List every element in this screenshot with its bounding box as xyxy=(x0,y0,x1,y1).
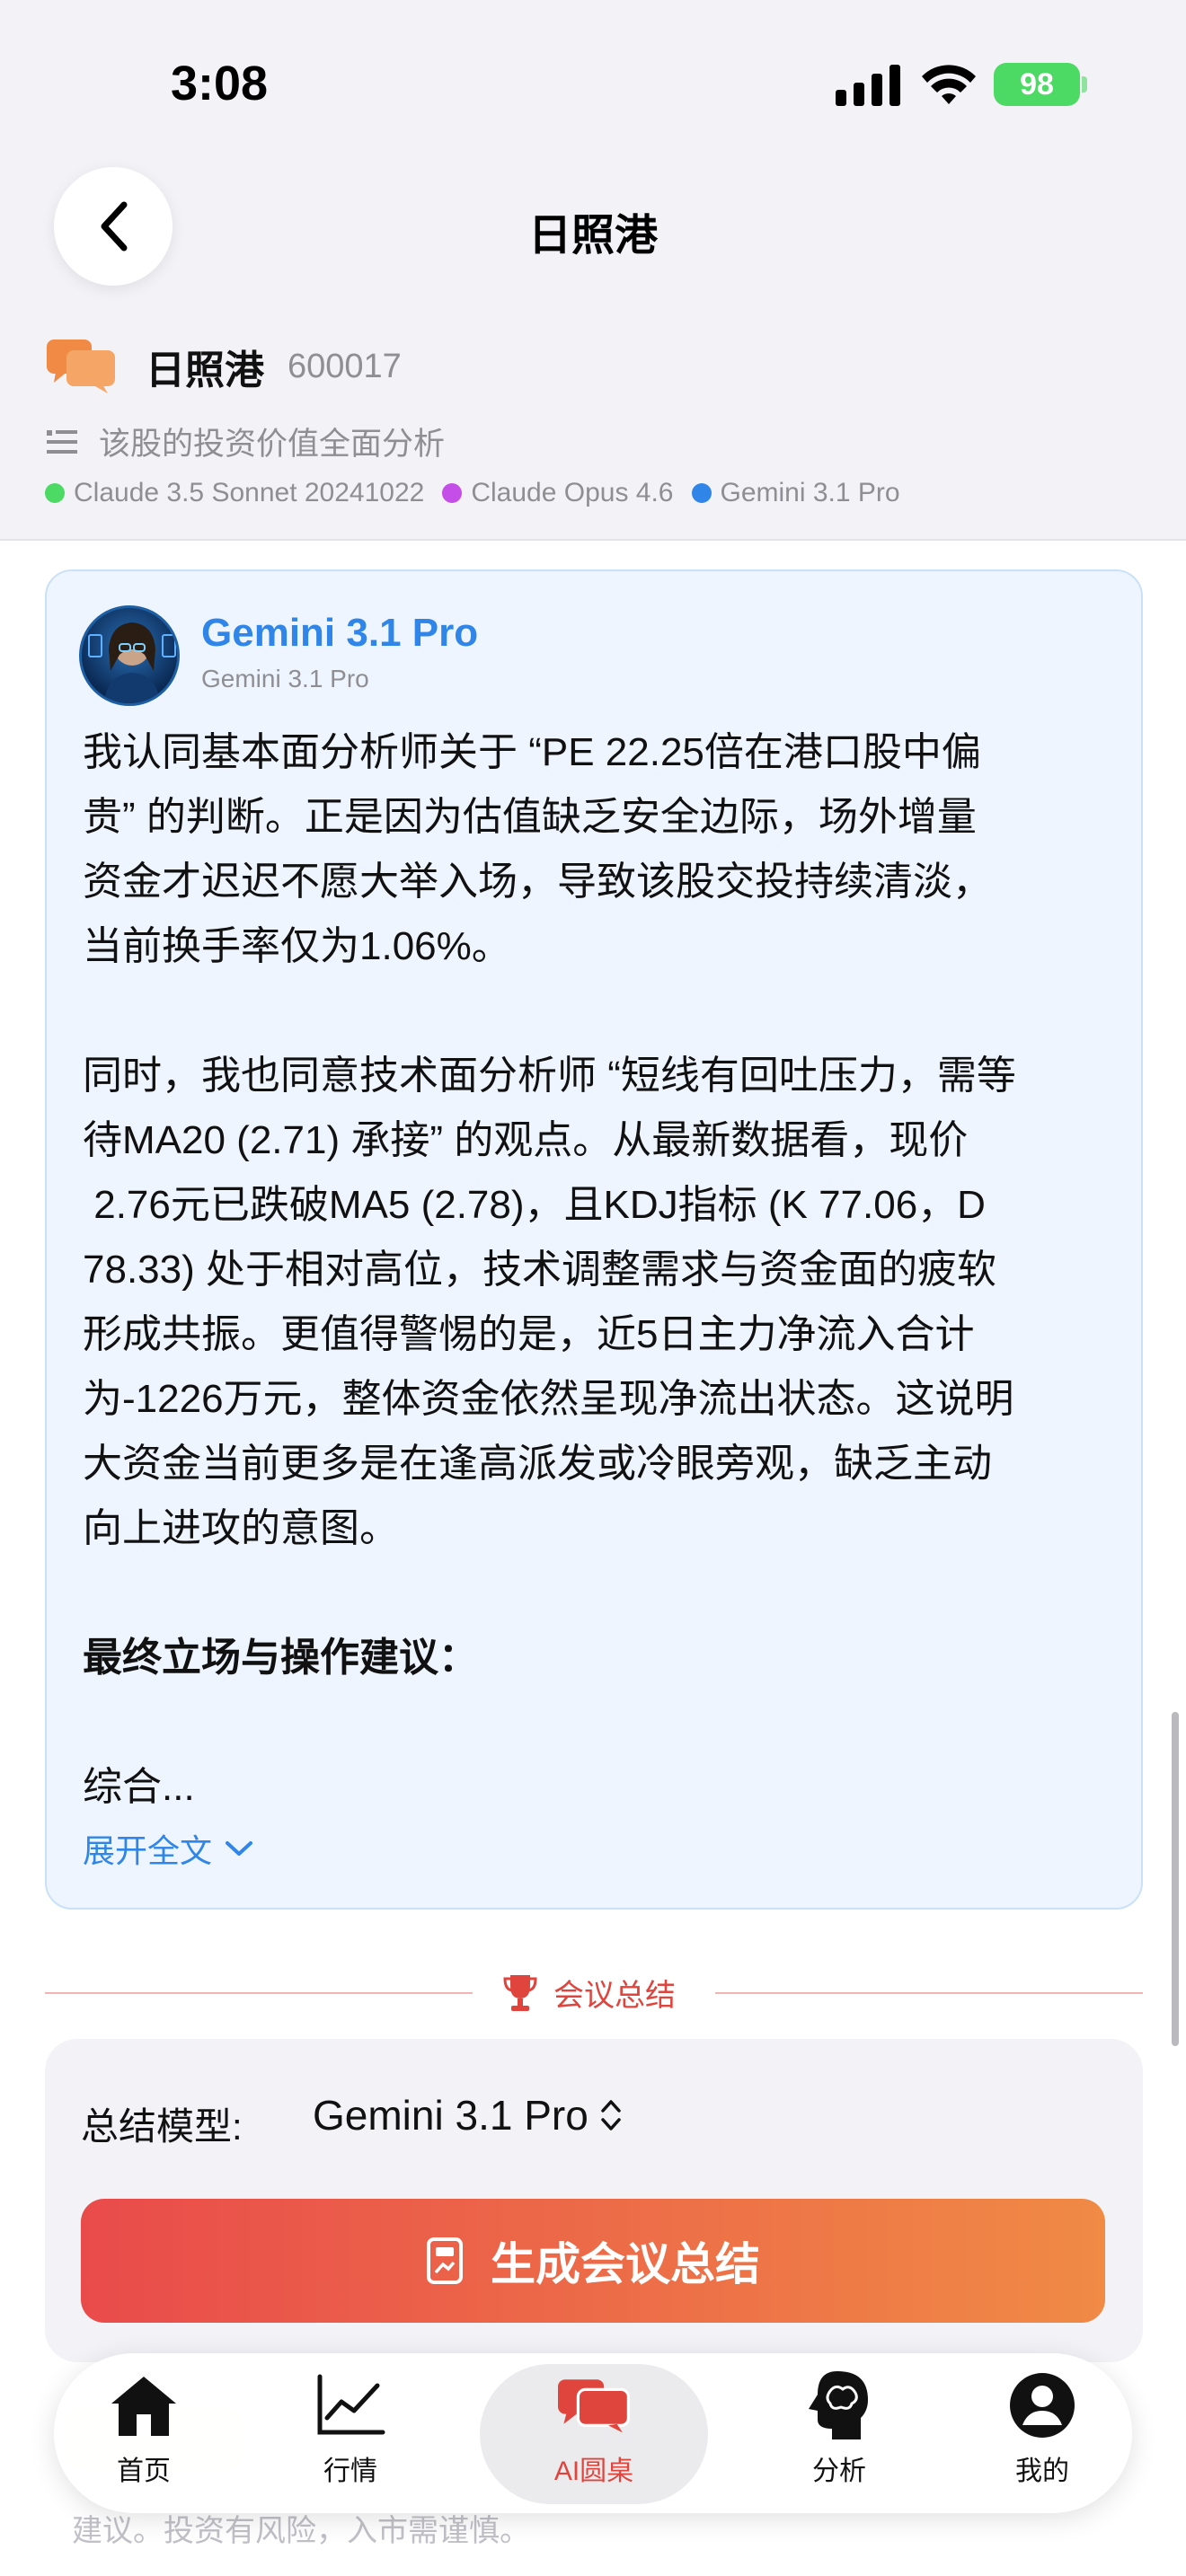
message-card: Gemini 3.1 Pro Gemini 3.1 Pro 我认同基本面分析师关… xyxy=(45,569,1143,1910)
page-title: 日照港 xyxy=(527,212,658,260)
expand-full-text-link[interactable]: 展开全文 xyxy=(83,1825,253,1872)
status-dot xyxy=(45,483,65,503)
section-divider: 会议总结 xyxy=(45,1962,1143,2026)
message-line: 同时，我也同意技术面分析师 “短线有回吐压力，需等 xyxy=(83,1054,1016,1098)
message-line: 贵” 的判断。正是因为估值缺乏安全边际，场外增量 xyxy=(83,795,977,839)
message-line: 待MA20 (2.71) 承接” 的观点。从最新数据看，现价 xyxy=(83,1118,969,1162)
tab-label: AI圆桌 xyxy=(553,2457,634,2486)
tab-label: 我的 xyxy=(1015,2457,1069,2486)
cellular-signal-icon xyxy=(836,65,900,106)
header: 3:08 98 日照港 日照港 600017 该股的投资价值全面分析 Claud… xyxy=(0,0,1186,541)
message-line: 形成共振。更值得警惕的是，近5日主力净流入合计 xyxy=(83,1312,975,1356)
message-heading: 最终立场与操作建议： xyxy=(83,1636,478,1680)
author-name: Gemini 3.1 Pro xyxy=(201,611,479,655)
message-body: 我认同基本面分析师关于 “PE 22.25倍在港口股中偏 贵” 的判断。正是因为… xyxy=(83,720,1107,1820)
expand-label: 展开全文 xyxy=(83,1832,213,1869)
author-subtitle: Gemini 3.1 Pro xyxy=(201,665,369,693)
tab-ai-roundtable[interactable]: AI圆桌 xyxy=(504,2371,684,2497)
topic-row: 该股的投资价值全面分析 xyxy=(47,419,445,464)
message-line: 大资金当前更多是在逢高派发或冷眼旁观，缺乏主动 xyxy=(83,1442,992,1486)
tab-label: 行情 xyxy=(323,2457,377,2486)
generate-summary-label: 生成会议总结 xyxy=(491,2239,760,2289)
divider-label: 会议总结 xyxy=(553,1979,676,2013)
model-label: Gemini 3.1 Pro xyxy=(720,478,900,507)
chevron-up-down-icon xyxy=(601,2100,621,2130)
chat-bubbles-icon xyxy=(558,2379,630,2433)
model-chip-claude-opus: Claude Opus 4.6 xyxy=(442,478,674,508)
tab-label: 首页 xyxy=(117,2457,171,2486)
summary-model-value: Gemini 3.1 Pro xyxy=(313,2092,589,2139)
battery-indicator: 98 xyxy=(994,63,1080,106)
message-truncated: 综合... xyxy=(83,1765,195,1809)
status-dot xyxy=(442,483,463,503)
stock-code: 600017 xyxy=(288,347,402,385)
message-line: 78.33) 处于相对高位，技术调整需求与资金面的疲软 xyxy=(83,1248,996,1292)
home-icon xyxy=(111,2377,176,2436)
status-time: 3:08 xyxy=(171,57,269,110)
document-icon xyxy=(427,2237,463,2284)
robot-avatar-icon xyxy=(88,622,176,703)
discussion-topic: 该股的投资价值全面分析 xyxy=(99,427,446,462)
wifi-icon xyxy=(922,65,976,104)
model-label: Claude 3.5 Sonnet 20241022 xyxy=(74,478,425,507)
message-line: 向上进攻的意图。 xyxy=(83,1506,399,1550)
message-line: 当前换手率仅为1.06%。 xyxy=(83,924,511,968)
quote-icon xyxy=(47,429,77,454)
message-line: 为-1226万元，整体资金依然呈现净流出状态。这说明 xyxy=(83,1377,1014,1421)
model-label: Claude Opus 4.6 xyxy=(471,478,674,507)
tab-profile[interactable]: 我的 xyxy=(952,2371,1132,2497)
stock-info-row: 日照港 600017 xyxy=(47,334,402,399)
battery-tip xyxy=(1082,76,1087,93)
chat-bubbles-icon xyxy=(47,340,115,393)
trophy-icon xyxy=(503,1974,537,2011)
tab-bar: 首页 行情 AI圆桌 分析 我的 xyxy=(54,2353,1132,2513)
message-line: 资金才迟迟不愿大举入场，导致该股交投持续清淡， xyxy=(83,860,992,904)
user-icon xyxy=(1010,2373,1075,2438)
summary-model-select[interactable]: Gemini 3.1 Pro xyxy=(313,2091,623,2139)
status-dot xyxy=(691,483,712,503)
summary-panel: 总结模型: Gemini 3.1 Pro 生成会议总结 xyxy=(45,2039,1143,2362)
model-chip-claude-sonnet: Claude 3.5 Sonnet 20241022 xyxy=(45,478,424,508)
participant-models: Claude 3.5 Sonnet 20241022 Claude Opus 4… xyxy=(45,478,918,508)
tab-home[interactable]: 首页 xyxy=(54,2371,234,2497)
chevron-down-icon xyxy=(226,1841,253,1856)
brain-head-icon xyxy=(809,2371,868,2439)
message-line: 2.76元已跌破MA5 (2.78)，且KDJ指标 (K 77.06，D xyxy=(83,1183,986,1227)
summary-model-label: 总结模型: xyxy=(81,2105,243,2148)
avatar xyxy=(79,605,180,706)
stock-name: 日照港 xyxy=(146,348,264,393)
tab-analysis[interactable]: 分析 xyxy=(749,2371,929,2497)
scrollbar[interactable] xyxy=(1172,1712,1179,2046)
status-icons: 98 xyxy=(836,63,1087,108)
message-line: 我认同基本面分析师关于 “PE 22.25倍在港口股中偏 xyxy=(83,730,981,774)
tab-label: 分析 xyxy=(812,2457,866,2486)
chart-icon xyxy=(317,2374,385,2435)
tab-market[interactable]: 行情 xyxy=(261,2371,440,2497)
generate-summary-button[interactable]: 生成会议总结 xyxy=(81,2199,1105,2323)
model-chip-gemini: Gemini 3.1 Pro xyxy=(691,478,900,508)
